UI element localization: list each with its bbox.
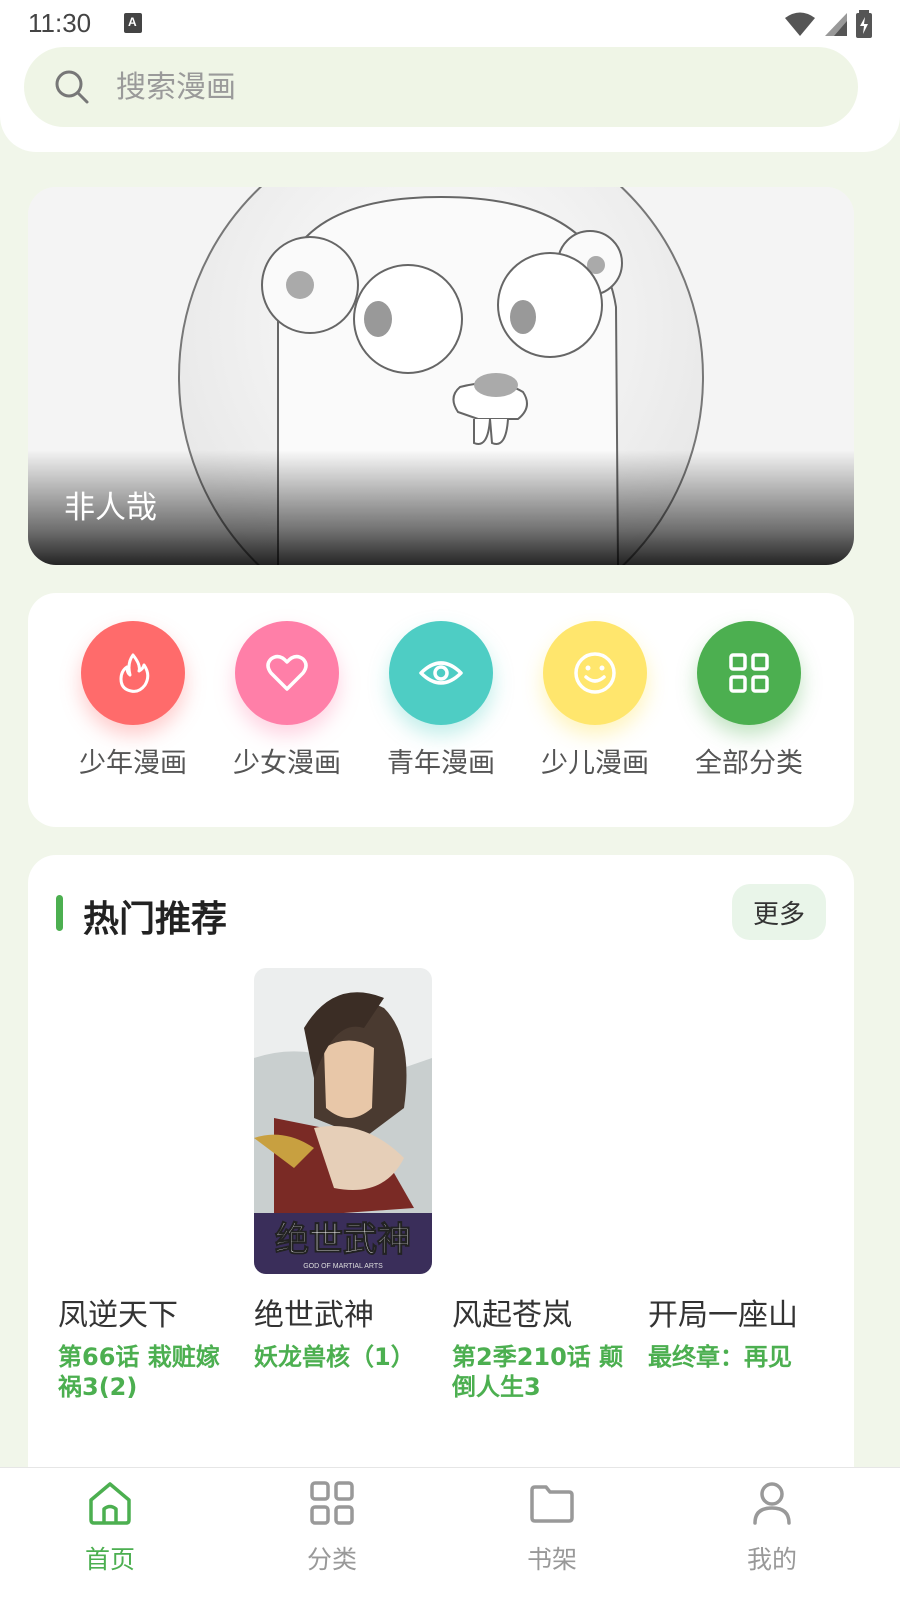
category-all[interactable]: 全部分类 <box>672 621 826 780</box>
section-title: 热门推荐 <box>83 899 228 940</box>
header-card: 11:30 A <box>0 0 900 152</box>
category-shoujo[interactable]: 少女漫画 <box>210 621 364 780</box>
comic-cover: 绝世武神 GOD OF MARTIAL ARTS <box>254 968 432 1274</box>
a-icon: A <box>124 13 142 33</box>
nav-label: 首页 <box>84 1545 135 1574</box>
more-button[interactable]: 更多 <box>732 884 826 940</box>
status-bar: 11:30 A <box>0 0 900 50</box>
nav-label: 我的 <box>746 1545 797 1574</box>
category-label: 少年漫画 <box>79 748 187 779</box>
comic-chapter: 最终章：再见 <box>648 1343 792 1371</box>
section-accent-bar <box>56 895 63 931</box>
status-time: 11:30 <box>28 8 92 38</box>
signal-icon <box>825 13 847 36</box>
search-icon <box>55 70 89 104</box>
bottom-nav: 首页 分类 书架 我的 <box>0 1467 900 1600</box>
comic-title: 凤逆天下 <box>58 1298 178 1333</box>
category-label: 全部分类 <box>695 748 803 779</box>
nav-label: 分类 <box>306 1545 357 1574</box>
recommend-section: 热门推荐 更多 凤逆天下 第66话 栽赃嫁祸3(2) 绝世武神 GOD OF M… <box>28 855 854 1555</box>
smile-icon <box>543 621 647 725</box>
comic-title: 开局一座山 <box>648 1298 798 1333</box>
folder-icon <box>530 1485 574 1523</box>
banner[interactable]: 非人哉 <box>28 187 854 565</box>
comic-cover <box>452 968 630 1274</box>
user-icon <box>753 1482 791 1525</box>
comic-title: 风起苍岚 <box>452 1298 572 1333</box>
comic-chapter: 第2季210话 颠倒人生3 <box>452 1343 624 1401</box>
wifi-icon <box>785 12 815 36</box>
comic-card[interactable]: 凤逆天下 第66话 栽赃嫁祸3(2) <box>58 968 238 1402</box>
cover-subtitle-text: GOD OF MARTIAL ARTS <box>303 1263 383 1270</box>
banner-title: 非人哉 <box>64 490 157 526</box>
category-shounen[interactable]: 少年漫画 <box>56 621 210 780</box>
search-input[interactable] <box>116 69 716 105</box>
cover-title-text: 绝世武神 <box>275 1220 411 1260</box>
comic-chapter: 第66话 栽赃嫁祸3(2) <box>58 1343 220 1401</box>
nav-label: 书架 <box>526 1545 577 1574</box>
category-label: 少女漫画 <box>233 748 341 779</box>
search-bar[interactable] <box>24 47 858 127</box>
comic-cover <box>648 968 826 1274</box>
category-label: 少儿漫画 <box>541 748 649 779</box>
flame-icon <box>81 621 185 725</box>
nav-item-profile[interactable]: 我的 <box>712 1478 832 1576</box>
nav-item-bookshelf[interactable]: 书架 <box>492 1478 612 1576</box>
category-seinen[interactable]: 青年漫画 <box>364 621 518 780</box>
comic-card[interactable]: 风起苍岚 第2季210话 颠倒人生3 <box>452 968 632 1402</box>
nav-item-home[interactable]: 首页 <box>50 1478 170 1576</box>
status-indicators <box>784 10 872 38</box>
home-icon <box>89 1482 131 1525</box>
eye-icon <box>389 621 493 725</box>
heart-icon <box>235 621 339 725</box>
comic-card[interactable]: 绝世武神 GOD OF MARTIAL ARTS 绝世武神 妖龙兽核（1） <box>254 968 434 1372</box>
battery-icon <box>856 10 872 38</box>
nav-item-category[interactable]: 分类 <box>272 1478 392 1576</box>
grid-icon <box>310 1481 354 1525</box>
comic-cover <box>58 968 236 1274</box>
comic-title: 绝世武神 <box>254 1298 374 1333</box>
category-kids[interactable]: 少儿漫画 <box>518 621 672 780</box>
category-label: 青年漫画 <box>387 748 495 779</box>
comic-card[interactable]: 开局一座山 最终章：再见 <box>648 968 828 1372</box>
category-card: 少年漫画 少女漫画 青年漫画 少儿漫画 全部分类 <box>28 593 854 827</box>
comic-chapter: 妖龙兽核（1） <box>254 1343 415 1371</box>
grid-icon <box>697 621 801 725</box>
